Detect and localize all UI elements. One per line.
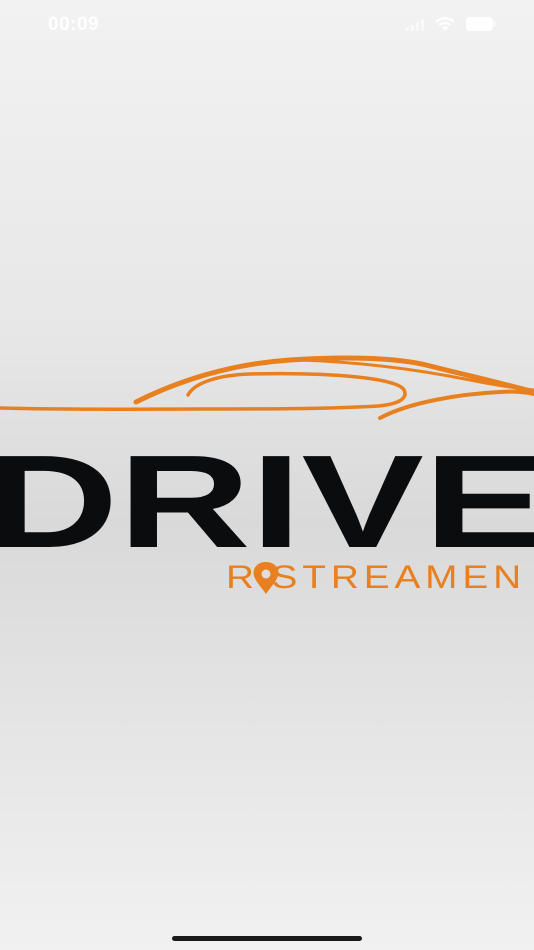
car-outline-icon <box>0 355 534 420</box>
status-time: 00:09 <box>48 14 100 35</box>
wifi-icon <box>434 16 456 32</box>
status-icons <box>406 16 496 32</box>
drive-logo: DRIVE R STREAMEN <box>0 340 534 610</box>
home-indicator[interactable] <box>172 936 362 941</box>
cellular-signal-icon <box>406 17 424 31</box>
logo-word: DRIVE <box>0 428 534 575</box>
status-bar: 00:09 <box>0 0 534 50</box>
battery-icon <box>466 17 496 31</box>
logo-wordmark: DRIVE <box>0 428 534 575</box>
